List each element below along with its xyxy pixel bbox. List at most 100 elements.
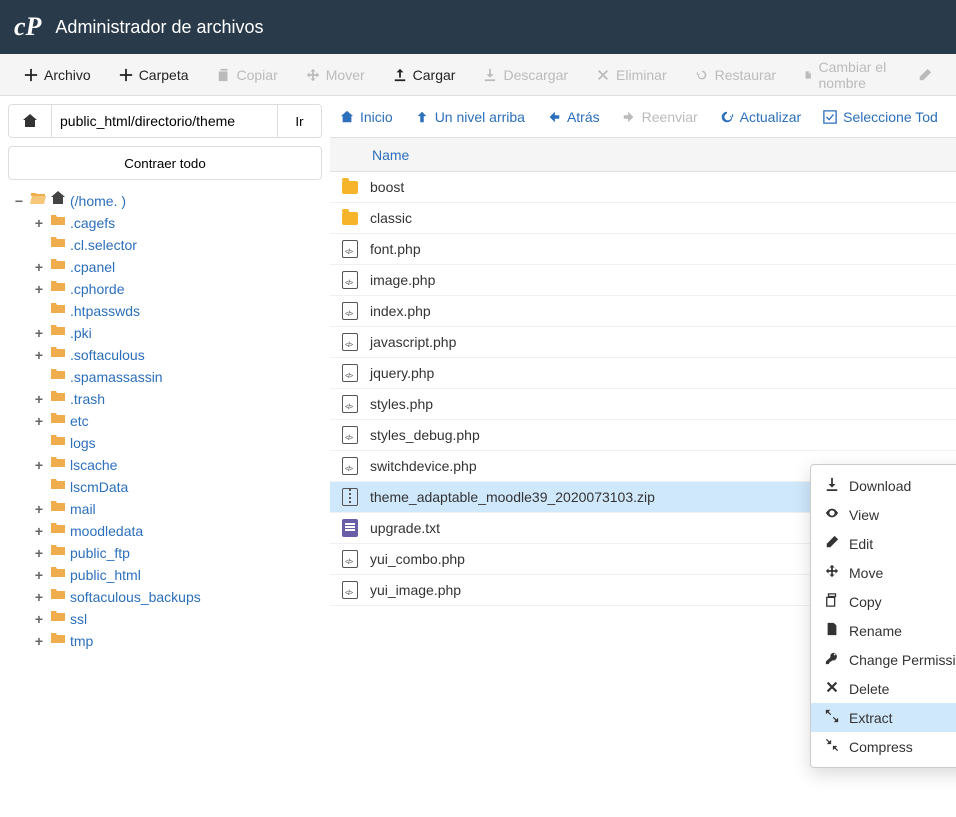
select-all-button[interactable]: Seleccione Tod (823, 109, 938, 125)
file-row[interactable]: font.php (330, 234, 956, 265)
expand-icon[interactable]: + (32, 520, 46, 542)
tree-item[interactable]: + .cagefs (32, 212, 322, 234)
tree-root-label[interactable]: (/home. ) (70, 190, 126, 212)
expand-icon[interactable]: + (32, 630, 46, 652)
new-folder-button[interactable]: Carpeta (105, 61, 203, 89)
context-menu-item[interactable]: Rename (811, 616, 956, 645)
move-button[interactable]: Mover (292, 61, 379, 89)
tree-item-label[interactable]: .spamassassin (70, 366, 163, 388)
path-home-button[interactable] (8, 104, 52, 138)
tree-item[interactable]: + moodledata (32, 520, 322, 542)
tree-item[interactable]: +.htpasswds (32, 300, 322, 322)
context-menu-item[interactable]: View (811, 500, 956, 529)
context-menu-item[interactable]: Move (811, 558, 956, 587)
expand-icon[interactable]: + (32, 608, 46, 630)
context-menu-item[interactable]: Delete (811, 674, 956, 703)
tree-item-label[interactable]: .pki (70, 322, 92, 344)
file-row[interactable]: jquery.php (330, 358, 956, 389)
restore-button[interactable]: Restaurar (681, 61, 790, 89)
expand-icon[interactable]: + (32, 212, 46, 234)
path-input[interactable] (52, 104, 278, 138)
tree-item-label[interactable]: .cphorde (70, 278, 124, 300)
expand-icon[interactable]: + (32, 498, 46, 520)
file-row[interactable]: styles_debug.php (330, 420, 956, 451)
expand-icon[interactable]: + (32, 542, 46, 564)
tree-item-label[interactable]: tmp (70, 630, 93, 652)
expand-icon[interactable]: + (32, 256, 46, 278)
upload-button[interactable]: Cargar (379, 61, 470, 89)
tree-item-label[interactable]: mail (70, 498, 96, 520)
context-menu-item[interactable]: Download (811, 471, 956, 500)
tree-item-label[interactable]: moodledata (70, 520, 143, 542)
tree-item[interactable]: +lscmData (32, 476, 322, 498)
tree-item-label[interactable]: softaculous_backups (70, 586, 201, 608)
expand-icon[interactable]: + (32, 410, 46, 432)
tree-item-label[interactable]: .cl.selector (70, 234, 137, 256)
tree-item[interactable]: + ssl (32, 608, 322, 630)
collapse-icon[interactable]: − (12, 190, 26, 212)
tree-item[interactable]: + public_ftp (32, 542, 322, 564)
collapse-all-button[interactable]: Contraer todo (8, 146, 322, 180)
context-menu-item[interactable]: Compress (811, 732, 956, 761)
tree-item[interactable]: + .softaculous (32, 344, 322, 366)
tree-item-label[interactable]: .softaculous (70, 344, 145, 366)
go-button[interactable]: Ir (278, 104, 322, 138)
tree-item-label[interactable]: .cagefs (70, 212, 115, 234)
copy-icon (217, 68, 231, 82)
file-row[interactable]: boost (330, 172, 956, 203)
tree-item[interactable]: + mail (32, 498, 322, 520)
expand-icon[interactable]: + (32, 278, 46, 300)
nav-up-button[interactable]: Un nivel arriba (415, 109, 525, 125)
file-row[interactable]: index.php (330, 296, 956, 327)
tree-item-label[interactable]: lscmData (70, 476, 128, 498)
tree-item-label[interactable]: .trash (70, 388, 105, 410)
tree-item-label[interactable]: .htpasswds (70, 300, 140, 322)
expand-icon[interactable]: + (32, 586, 46, 608)
new-file-button[interactable]: Archivo (10, 61, 105, 89)
tree-item-label[interactable]: lscache (70, 454, 117, 476)
tree-item[interactable]: + public_html (32, 564, 322, 586)
file-row[interactable]: image.php (330, 265, 956, 296)
tree-item[interactable]: + lscache (32, 454, 322, 476)
context-menu-item[interactable]: Copy (811, 587, 956, 616)
context-menu-item[interactable]: Edit (811, 529, 956, 558)
copy-button[interactable]: Copiar (203, 61, 292, 89)
tree-item-label[interactable]: logs (70, 432, 96, 454)
tree-item[interactable]: + .cphorde (32, 278, 322, 300)
tree-item[interactable]: + tmp (32, 630, 322, 652)
tree-item[interactable]: +.spamassassin (32, 366, 322, 388)
expand-icon[interactable]: + (32, 454, 46, 476)
nav-back-button[interactable]: Atrás (547, 109, 600, 125)
expand-icon[interactable]: + (32, 322, 46, 344)
file-row[interactable]: classic (330, 203, 956, 234)
delete-button[interactable]: Eliminar (582, 61, 681, 89)
file-row[interactable]: styles.php (330, 389, 956, 420)
expand-icon[interactable]: + (32, 388, 46, 410)
nav-reload-button[interactable]: Actualizar (720, 109, 801, 125)
file-name: boost (370, 179, 404, 195)
tree-item-label[interactable]: ssl (70, 608, 87, 630)
tree-item[interactable]: + .trash (32, 388, 322, 410)
rename-button[interactable]: Cambiar el nombre (790, 53, 904, 97)
tree-item[interactable]: + etc (32, 410, 322, 432)
tree-item-label[interactable]: public_ftp (70, 542, 130, 564)
tree-item[interactable]: +.cl.selector (32, 234, 322, 256)
context-menu-item[interactable]: Change Permissions (811, 645, 956, 674)
expand-icon[interactable]: + (32, 344, 46, 366)
tree-item[interactable]: + softaculous_backups (32, 586, 322, 608)
download-button[interactable]: Descargar (469, 61, 582, 89)
nav-forward-button[interactable]: Reenviar (622, 109, 698, 125)
tree-item[interactable]: +logs (32, 432, 322, 454)
tree-item-label[interactable]: .cpanel (70, 256, 115, 278)
tree-item[interactable]: + .pki (32, 322, 322, 344)
tree-item-label[interactable]: etc (70, 410, 89, 432)
context-menu-item[interactable]: Extract (811, 703, 956, 732)
name-column-header[interactable]: Name (372, 147, 409, 163)
expand-icon[interactable]: + (32, 564, 46, 586)
tree-item-label[interactable]: public_html (70, 564, 141, 586)
nav-home-button[interactable]: Inicio (340, 109, 393, 125)
tree-item[interactable]: + .cpanel (32, 256, 322, 278)
tree-root[interactable]: − (/home. ) (12, 190, 322, 212)
file-row[interactable]: javascript.php (330, 327, 956, 358)
edit-button[interactable] (904, 62, 946, 88)
